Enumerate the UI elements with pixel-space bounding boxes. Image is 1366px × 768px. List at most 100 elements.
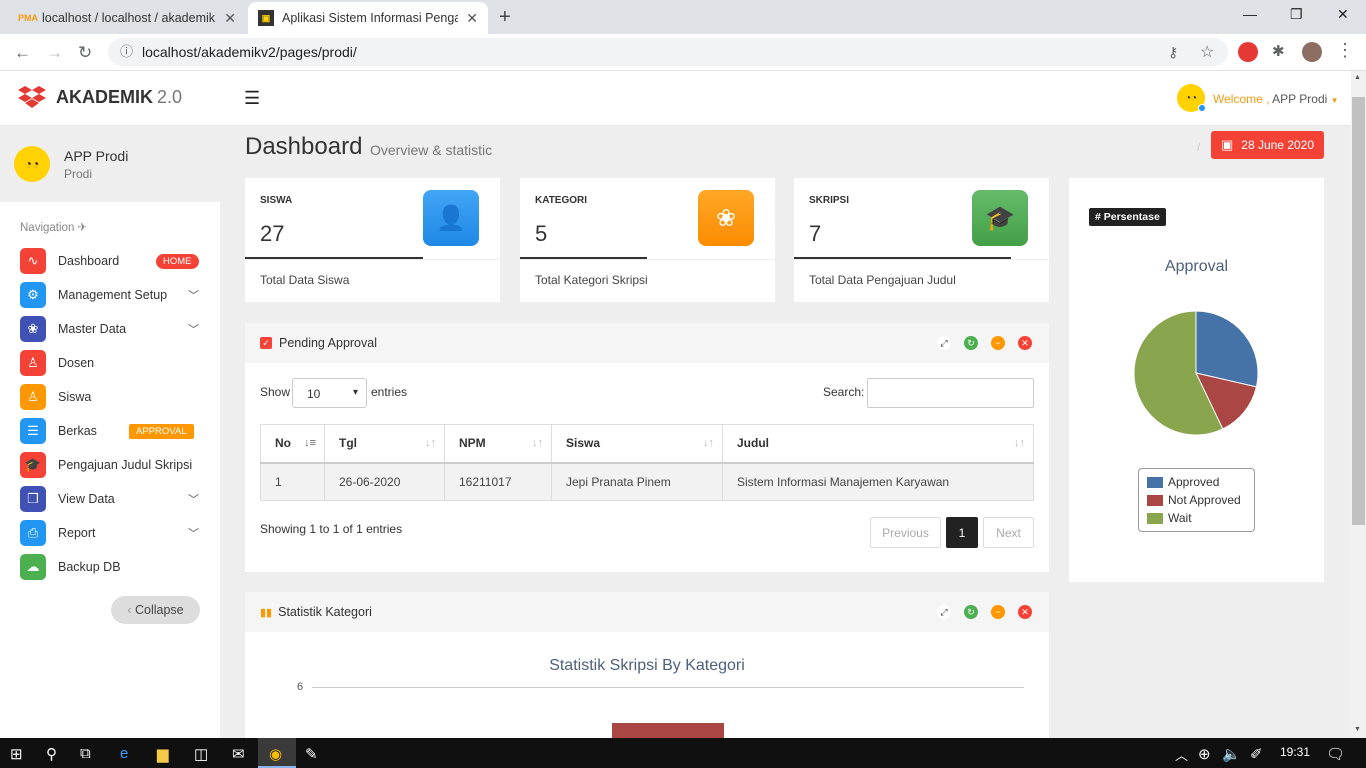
volume-icon[interactable]: 🔈	[1222, 745, 1241, 763]
paint-icon[interactable]: ✎	[305, 745, 318, 763]
sidebar-item-view-data[interactable]: ❐ View Data ﹀	[20, 486, 205, 512]
sort-icon: ↓↑	[703, 437, 714, 449]
browser-tab[interactable]: PMA localhost / localhost / akademik / ✕	[8, 2, 246, 34]
chevron-down-icon: ﹀	[188, 528, 199, 540]
panel-header: ✓ Pending Approval	[245, 323, 1049, 363]
legend-item[interactable]: Not Approved	[1147, 491, 1246, 509]
page-1-button[interactable]: 1	[946, 517, 978, 548]
table-cell: 26-06-2020	[324, 462, 445, 501]
legend-item[interactable]: Approved	[1147, 473, 1246, 491]
entries-select[interactable]: 10 ▾	[292, 378, 367, 408]
menu-icon[interactable]: ⋮	[1336, 40, 1354, 61]
sidebar-item-label: Dashboard	[58, 254, 120, 268]
mail-icon[interactable]: ✉	[232, 745, 245, 763]
profile-icon[interactable]	[1302, 42, 1322, 62]
table-row[interactable]: 1 26-06-2020 16211017 Jepi Pranata Pinem…	[260, 462, 1034, 501]
sidebar-item-master-data[interactable]: ❀ Master Data ﹀	[20, 316, 205, 342]
collapse-button[interactable]: ‹ Collapse	[111, 596, 200, 624]
column-header[interactable]: Siswa ↓↑	[551, 424, 723, 464]
sidebar-item-report[interactable]: ⎙ Report ﹀	[20, 520, 205, 546]
star-icon[interactable]: ☆	[1200, 42, 1214, 62]
sidebar-item-pengajuan-judul[interactable]: 🎓 Pengajuan Judul Skripsi	[20, 452, 205, 478]
phpmyadmin-icon: PMA	[18, 13, 38, 23]
windows-start-icon[interactable]: ⊞	[10, 745, 23, 763]
sidebar-item-backup-db[interactable]: ☁ Backup DB	[20, 554, 205, 580]
close-window-icon[interactable]: ✕	[1337, 6, 1349, 23]
chevron-down-icon: ▾	[352, 387, 358, 398]
minimize-panel-icon[interactable]: −	[991, 605, 1005, 619]
entries-label: entries	[371, 385, 408, 399]
extension-icon[interactable]	[1238, 42, 1258, 62]
column-header[interactable]: Tgl ↓↑	[324, 424, 445, 464]
graduation-cap-icon: 🎓	[20, 452, 46, 478]
forward-icon[interactable]: →	[46, 43, 63, 63]
app-header	[0, 71, 1351, 126]
browser-tab-active[interactable]: ▣ Aplikasi Sistem Informasi Pengaju ✕	[248, 2, 488, 34]
url-input[interactable]: ⓘ localhost/akademikv2/pages/prodi/	[108, 38, 1228, 66]
stat-card-siswa: SISWA 27 Total Data Siswa 👤	[245, 178, 500, 302]
close-panel-icon[interactable]: ✕	[1018, 605, 1032, 619]
expand-icon[interactable]: ⤢	[937, 605, 951, 619]
chart-title: Approval	[1164, 258, 1229, 275]
chrome-icon: ◉	[269, 746, 283, 763]
back-icon[interactable]: ←	[14, 43, 31, 63]
minimize-panel-icon[interactable]: −	[991, 336, 1005, 350]
sidebar-item-siswa[interactable]: ♙ Siswa	[20, 384, 205, 410]
legend-label: Wait	[1168, 511, 1192, 525]
sidebar-item-label: Report	[58, 526, 96, 540]
sidebar-item-management-setup[interactable]: ⚙ Management Setup ﹀	[20, 282, 205, 308]
printer-icon: ⎙	[20, 520, 46, 546]
close-panel-icon[interactable]: ✕	[1018, 336, 1032, 350]
legend-item[interactable]: Wait	[1147, 509, 1246, 527]
hamburger-menu-icon[interactable]: ☰	[244, 88, 260, 109]
store-icon[interactable]: ◫	[194, 745, 208, 763]
maximize-icon[interactable]: ❐	[1290, 6, 1303, 23]
welcome-prefix: Welcome ,	[1213, 92, 1270, 106]
clock[interactable]: 19:31	[1280, 745, 1310, 759]
expand-icon[interactable]: ⤢	[937, 336, 951, 350]
sidebar-item-berkas[interactable]: ☰ Berkas APPROVAL	[20, 418, 205, 444]
chevron-down-icon: ﹀	[188, 494, 199, 506]
column-label: Tgl	[339, 436, 357, 451]
date-button[interactable]: ▣ 28 June 2020	[1211, 131, 1324, 159]
info-icon[interactable]: ⓘ	[120, 38, 133, 66]
sidebar-item-dashboard[interactable]: ∿ Dashboard HOME	[20, 248, 205, 274]
column-header[interactable]: Judul ↓↑	[722, 424, 1034, 464]
new-tab-icon[interactable]: +	[499, 6, 511, 29]
file-explorer-icon[interactable]: ▆	[157, 745, 169, 763]
reload-icon[interactable]: ↻	[78, 43, 92, 63]
chevron-up-icon[interactable]: ︿	[1175, 745, 1188, 764]
minimize-icon[interactable]: —	[1243, 6, 1257, 22]
app-logo[interactable]: AKADEMIK 2.0	[18, 85, 182, 109]
edge-icon[interactable]: e	[120, 745, 128, 762]
search-input[interactable]	[867, 378, 1034, 408]
search-icon[interactable]: ⚲	[46, 745, 57, 763]
refresh-icon[interactable]: ↻	[964, 605, 978, 619]
bar-chart-icon: ▮▮	[260, 606, 273, 619]
refresh-icon[interactable]: ↻	[964, 336, 978, 350]
next-button[interactable]: Next	[983, 517, 1034, 548]
column-header[interactable]: NPM ↓↑	[444, 424, 552, 464]
previous-button[interactable]: Previous	[870, 517, 941, 548]
y-tick-label: 6	[297, 681, 304, 693]
puzzle-icon[interactable]: ✱	[1272, 42, 1285, 60]
network-icon[interactable]: ⊕	[1198, 745, 1211, 763]
key-icon[interactable]: ⚷	[1168, 44, 1178, 61]
sidebar-item-label: Master Data	[58, 322, 127, 336]
stat-card-kategori: KATEGORI 5 Total Kategori Skripsi ❀	[520, 178, 775, 302]
teacher-icon: ♙	[20, 350, 46, 376]
sidebar-item-dosen[interactable]: ♙ Dosen	[20, 350, 205, 376]
bar[interactable]	[612, 723, 724, 738]
close-icon[interactable]: ✕	[466, 10, 478, 27]
scrollbar-thumb[interactable]	[1352, 97, 1365, 525]
welcome-menu[interactable]: Welcome , APP Prodi ▼	[1213, 92, 1339, 106]
notification-icon[interactable]: 🗨	[1326, 745, 1345, 763]
close-icon[interactable]: ✕	[224, 10, 236, 27]
scroll-down-icon[interactable]: ▼	[1354, 726, 1361, 733]
column-header[interactable]: No ↓≡	[260, 424, 325, 464]
scroll-up-icon[interactable]: ▲	[1354, 74, 1361, 81]
pen-icon[interactable]: ✐	[1250, 745, 1263, 763]
checkbox-icon: ✓	[260, 337, 272, 349]
cloud-download-icon: ☁	[20, 554, 46, 580]
task-view-icon[interactable]: ⧉	[80, 745, 91, 762]
